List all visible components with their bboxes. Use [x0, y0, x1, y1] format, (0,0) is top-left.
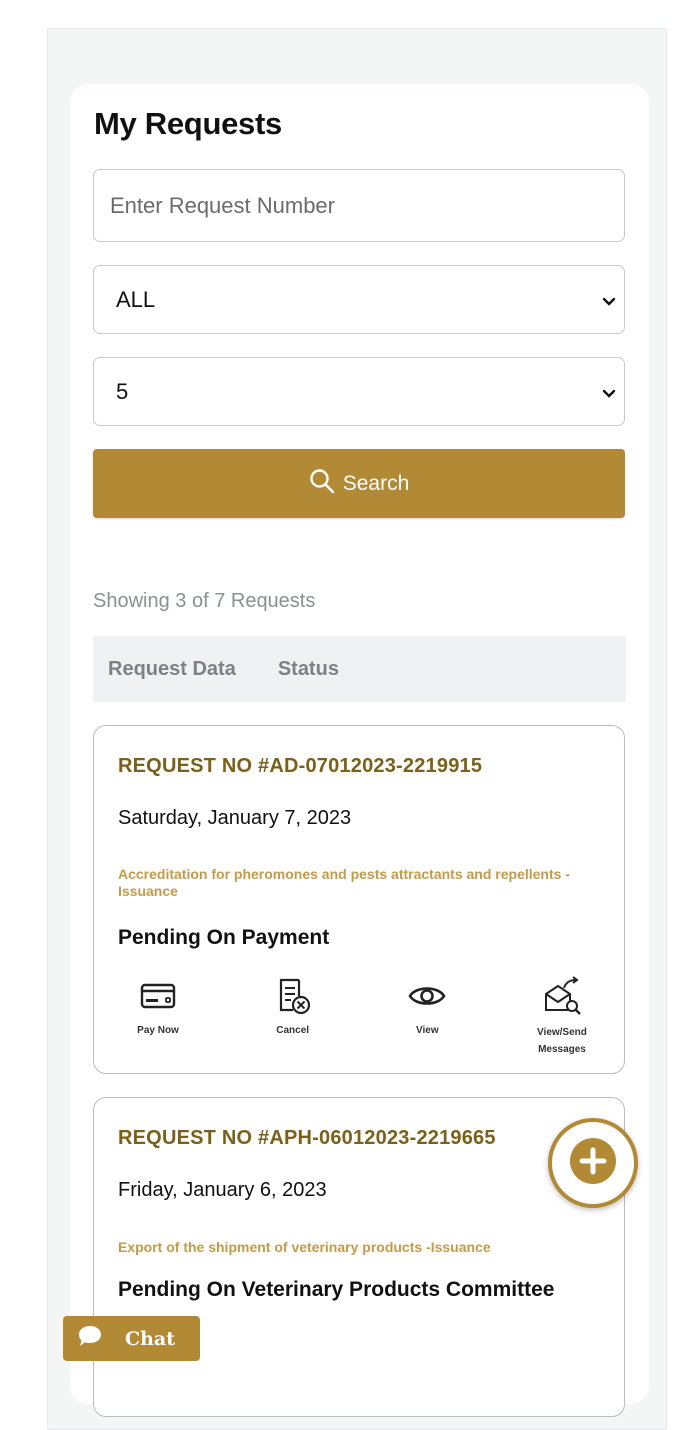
page-size-select-value: 5 [116, 378, 129, 404]
search-button[interactable]: Search [93, 449, 625, 518]
credit-card-icon [138, 976, 178, 1016]
request-status: Pending On Payment [118, 926, 330, 949]
chevron-down-icon [602, 379, 616, 405]
pay-now-action[interactable]: Pay Now [118, 976, 198, 1058]
cancel-document-icon [273, 976, 313, 1016]
status-select-value: ALL [116, 286, 156, 312]
column-header-status: Status [277, 657, 339, 680]
request-service: Accreditation for pheromones and pests a… [118, 866, 570, 899]
search-button-label: Search [342, 471, 410, 495]
eye-icon [407, 976, 447, 1016]
chevron-down-icon [602, 287, 616, 313]
request-service: Export of the shipment of veterinary pro… [118, 1239, 491, 1255]
request-number: REQUEST NO #APH-06012023-2219665 [118, 1127, 496, 1149]
request-date: Saturday, January 7, 2023 [118, 807, 352, 829]
request-status: Pending On Veterinary Products Committee [118, 1278, 555, 1301]
request-number-placeholder: Enter Request Number [110, 192, 335, 218]
cancel-action[interactable]: Cancel [253, 976, 333, 1058]
cancel-label: Cancel [276, 1025, 310, 1036]
plus-circle-icon [569, 1137, 617, 1190]
chat-button[interactable]: Chat [63, 1316, 200, 1361]
request-card: REQUEST NO #APH-06012023-2219665 Friday,… [93, 1097, 625, 1417]
status-select[interactable]: ALL [93, 265, 625, 334]
pay-now-label: Pay Now [137, 1025, 179, 1036]
chat-bubble-icon [77, 1324, 103, 1353]
view-action[interactable]: View [387, 976, 467, 1058]
request-number-input[interactable]: Enter Request Number [93, 169, 625, 242]
request-date: Friday, January 6, 2023 [118, 1179, 327, 1201]
add-request-button[interactable] [548, 1118, 638, 1208]
page-size-select[interactable]: 5 [93, 357, 625, 426]
request-number: REQUEST NO #AD-07012023-2219915 [118, 755, 483, 777]
messages-icon [540, 976, 584, 1018]
view-send-messages-action[interactable]: View/Send Messages [522, 976, 602, 1058]
table-header: Request Data Status [93, 636, 626, 702]
view-send-messages-label: View/Send Messages [537, 1027, 587, 1055]
results-count: Showing 3 of 7 Requests [93, 590, 316, 612]
chat-label: Chat [125, 1327, 176, 1350]
search-icon [309, 468, 335, 500]
request-actions: Pay Now Cancel View View/Send Messages [118, 976, 602, 1058]
request-card: REQUEST NO #AD-07012023-2219915 Saturday… [93, 725, 625, 1074]
page-title: My Requests [94, 106, 282, 141]
column-header-request-data: Request Data [108, 657, 236, 680]
view-label: View [416, 1025, 439, 1036]
